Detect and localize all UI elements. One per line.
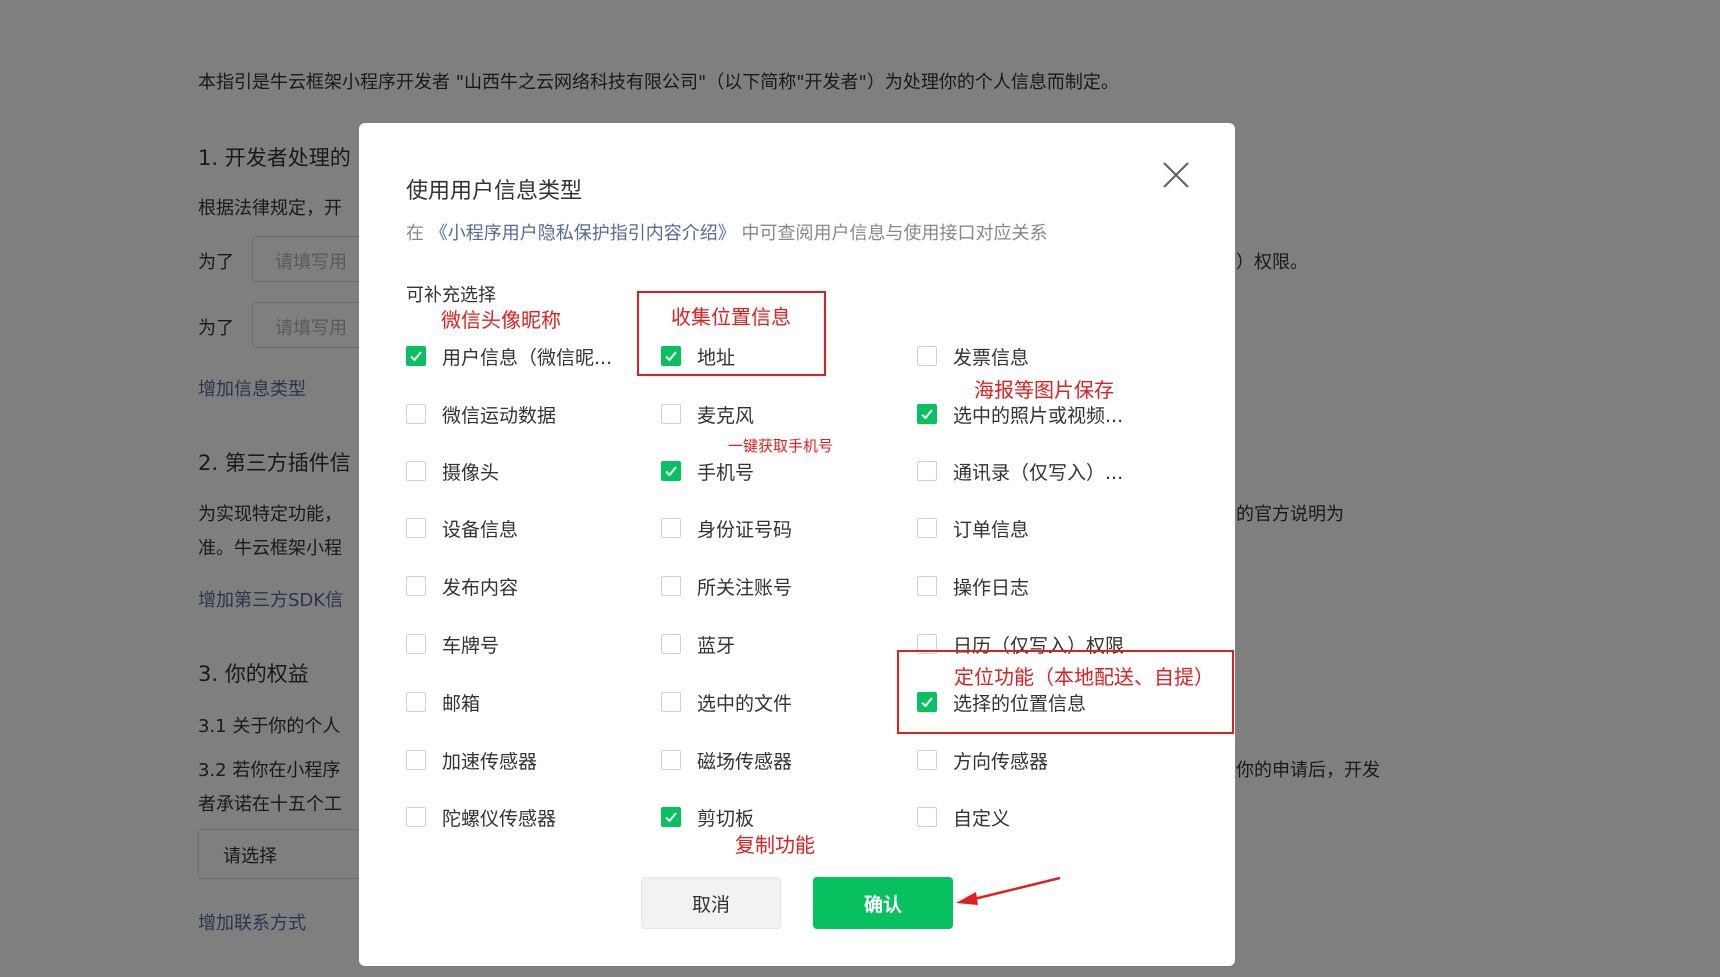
option-label: 陀螺仪传感器 xyxy=(442,807,557,830)
dialog-description: 在 《小程序用户隐私保护指引内容介绍》 中可查阅用户信息与使用接口对应关系 xyxy=(406,219,1047,245)
option-item[interactable]: 加速传感器 xyxy=(406,746,537,774)
checkbox-unchecked[interactable] xyxy=(917,750,937,770)
desc-suffix: 中可查阅用户信息与使用接口对应关系 xyxy=(741,223,1048,244)
checkbox-unchecked[interactable] xyxy=(661,576,681,596)
checkbox-unchecked[interactable] xyxy=(917,807,937,827)
option-label: 蓝牙 xyxy=(697,634,736,657)
checkbox-unchecked[interactable] xyxy=(406,750,426,770)
option-label: 选中的文件 xyxy=(697,692,793,715)
checkbox-unchecked[interactable] xyxy=(917,461,937,481)
checkbox-unchecked[interactable] xyxy=(406,692,426,712)
checkbox-unchecked[interactable] xyxy=(917,518,937,538)
option-item[interactable]: 发票信息 xyxy=(917,342,1029,370)
checkbox-unchecked[interactable] xyxy=(661,750,681,770)
option-label: 磁场传感器 xyxy=(697,750,793,773)
checkbox-unchecked[interactable] xyxy=(661,518,681,538)
option-label: 发票信息 xyxy=(953,346,1030,369)
option-item[interactable]: 选中的照片或视频... xyxy=(917,400,1123,428)
confirm-button[interactable]: 确认 xyxy=(813,877,953,929)
checkbox-checked[interactable] xyxy=(661,461,681,481)
option-label: 设备信息 xyxy=(442,518,519,541)
checkmark-icon xyxy=(665,466,677,477)
annotation-location-feature: 定位功能（本地配送、自提） xyxy=(954,665,1214,689)
checkbox-unchecked[interactable] xyxy=(661,692,681,712)
annotation-poster-save: 海报等图片保存 xyxy=(974,378,1114,402)
option-label: 订单信息 xyxy=(953,518,1030,541)
option-label: 加速传感器 xyxy=(442,750,538,773)
checkmark-icon xyxy=(921,409,933,420)
checkbox-unchecked[interactable] xyxy=(406,807,426,827)
annotation-collect-location: 收集位置信息 xyxy=(671,305,791,329)
option-label: 手机号 xyxy=(697,461,755,484)
option-item[interactable]: 设备信息 xyxy=(406,514,518,542)
option-label: 所关注账号 xyxy=(697,576,793,599)
option-item[interactable]: 摄像头 xyxy=(406,457,499,485)
checkbox-unchecked[interactable] xyxy=(406,518,426,538)
option-item[interactable]: 所关注账号 xyxy=(661,572,792,600)
checkbox-checked[interactable] xyxy=(406,346,426,366)
option-label: 自定义 xyxy=(953,807,1011,830)
checkbox-unchecked[interactable] xyxy=(406,576,426,596)
option-label: 微信运动数据 xyxy=(442,404,557,427)
option-item[interactable]: 发布内容 xyxy=(406,572,518,600)
annotation-copy-feature: 复制功能 xyxy=(735,833,815,857)
option-item[interactable]: 身份证号码 xyxy=(661,514,792,542)
checkmark-icon xyxy=(665,812,677,823)
checkbox-checked[interactable] xyxy=(917,404,937,424)
option-label: 方向传感器 xyxy=(953,750,1049,773)
privacy-guide-intro-link[interactable]: 《小程序用户隐私保护指引内容介绍》 xyxy=(430,223,736,244)
option-item[interactable]: 邮箱 xyxy=(406,688,480,716)
option-item[interactable]: 用户信息（微信昵... xyxy=(406,342,612,370)
close-button[interactable] xyxy=(1160,159,1192,191)
option-item[interactable]: 操作日志 xyxy=(917,572,1029,600)
option-item[interactable]: 自定义 xyxy=(917,803,1010,831)
option-item[interactable]: 微信运动数据 xyxy=(406,400,556,428)
annotation-get-phone: 一键获取手机号 xyxy=(728,437,834,455)
option-label: 邮箱 xyxy=(442,692,481,715)
close-icon xyxy=(1163,162,1189,188)
checkbox-unchecked[interactable] xyxy=(917,576,937,596)
checkbox-unchecked[interactable] xyxy=(661,404,681,424)
desc-prefix: 在 xyxy=(406,223,424,244)
option-label: 选中的照片或视频... xyxy=(953,404,1124,427)
option-label: 发布内容 xyxy=(442,576,519,599)
option-item[interactable]: 方向传感器 xyxy=(917,746,1048,774)
checkbox-checked[interactable] xyxy=(661,807,681,827)
checkbox-unchecked[interactable] xyxy=(406,461,426,481)
option-label: 麦克风 xyxy=(697,404,755,427)
option-label: 用户信息（微信昵... xyxy=(442,346,613,369)
option-label: 操作日志 xyxy=(953,576,1030,599)
option-item[interactable]: 剪切板 xyxy=(661,803,754,831)
option-item[interactable]: 选中的文件 xyxy=(661,688,792,716)
option-item[interactable]: 通讯录（仅写入）... xyxy=(917,457,1123,485)
cancel-button[interactable]: 取消 xyxy=(641,877,781,929)
option-label: 通讯录（仅写入）... xyxy=(953,461,1124,484)
annotation-wechat-avatar: 微信头像昵称 xyxy=(441,308,561,332)
checkbox-unchecked[interactable] xyxy=(917,346,937,366)
option-item[interactable]: 蓝牙 xyxy=(661,630,735,658)
checkbox-unchecked[interactable] xyxy=(661,634,681,654)
checkbox-unchecked[interactable] xyxy=(406,404,426,424)
option-item[interactable]: 手机号 xyxy=(661,457,754,485)
dialog-title: 使用用户信息类型 xyxy=(406,179,583,204)
option-item[interactable]: 陀螺仪传感器 xyxy=(406,803,556,831)
option-label: 车牌号 xyxy=(442,634,500,657)
annotation-arrow-icon xyxy=(956,876,1061,905)
checkmark-icon xyxy=(410,351,422,362)
option-item[interactable]: 订单信息 xyxy=(917,514,1029,542)
option-label: 身份证号码 xyxy=(697,518,793,541)
option-label: 摄像头 xyxy=(442,461,500,484)
option-item[interactable]: 磁场传感器 xyxy=(661,746,792,774)
option-item[interactable]: 车牌号 xyxy=(406,630,499,658)
checkbox-unchecked[interactable] xyxy=(406,634,426,654)
option-item[interactable]: 麦克风 xyxy=(661,400,754,428)
option-label: 剪切板 xyxy=(697,807,755,830)
